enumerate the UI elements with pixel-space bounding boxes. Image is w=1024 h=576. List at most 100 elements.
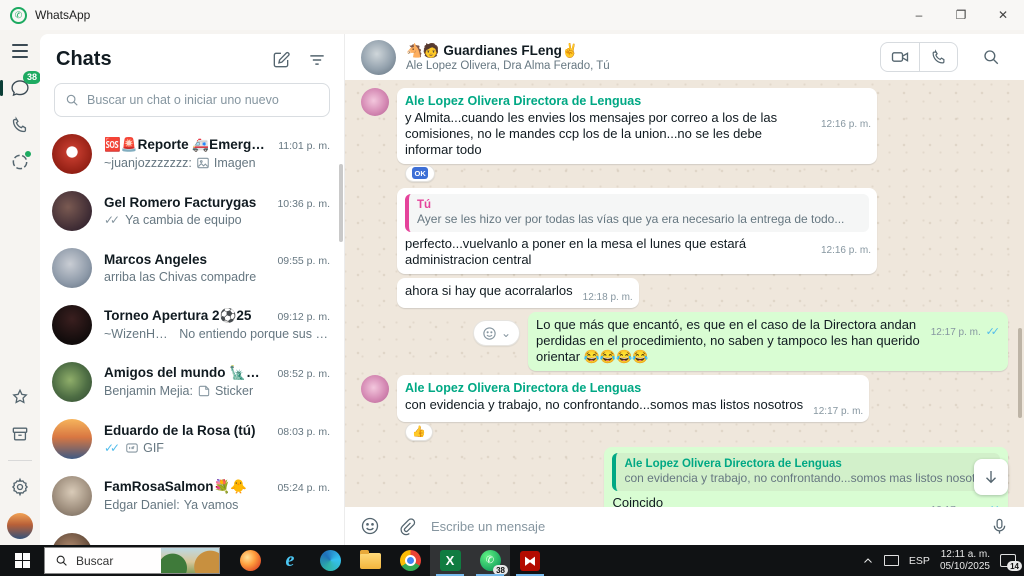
- tray-language-indicator[interactable]: ESP: [909, 555, 930, 567]
- message-bubble[interactable]: Ale Lopez Olivera Directora de Lenguas 12…: [397, 375, 870, 423]
- taskbar-search-label: Buscar: [76, 553, 114, 568]
- start-button[interactable]: [0, 545, 44, 576]
- chat-name: 🆘🚨Reporte 🚑Emergencia...: [104, 137, 270, 152]
- calls-tab-icon[interactable]: [9, 114, 31, 136]
- taskbar-internet-explorer-icon[interactable]: e: [270, 545, 310, 576]
- taskbar-file-explorer-icon[interactable]: [350, 545, 390, 576]
- profile-avatar[interactable]: [7, 513, 33, 539]
- outgoing-message[interactable]: Ale Lopez Olivera Directora de Lenguas co…: [361, 447, 1008, 507]
- message-bubble[interactable]: 12:17 p. m. ✓✓ Lo que más que encantó, es…: [528, 312, 1008, 372]
- quoted-message[interactable]: Ale Lopez Olivera Directora de Lenguas co…: [612, 453, 1000, 492]
- chat-list-item[interactable]: Gel Romero Facturygas 10:36 p. m. ✓✓ Ya cam…: [40, 182, 344, 239]
- chat-preview: GIF: [143, 440, 164, 455]
- search-in-chat-icon[interactable]: [974, 42, 1008, 72]
- emoji-picker-icon[interactable]: [359, 515, 381, 537]
- message-bubble[interactable]: Ale Lopez Olivera Directora de Lenguas co…: [604, 447, 1008, 507]
- chat-list-item[interactable]: Amigos del mundo 🗽🏅🌎💰 08:52 p. m. Benjamin…: [40, 353, 344, 410]
- conversation-header[interactable]: 🐴🧑 Guardianes FLeng✌️ Ale Lopez Olivera,…: [345, 34, 1024, 80]
- tray-chevron-up-icon[interactable]: [862, 555, 874, 567]
- notification-center-icon[interactable]: 14: [1000, 554, 1022, 571]
- incoming-message[interactable]: Ale Lopez Olivera Directora de Lenguas 12…: [361, 88, 1008, 164]
- filter-chats-icon[interactable]: [306, 49, 328, 71]
- message-reaction[interactable]: OK: [405, 165, 436, 183]
- taskbar-firefox-icon[interactable]: [230, 545, 270, 576]
- chat-preview: No entiendo porque sus a...: [179, 327, 330, 341]
- voice-call-button[interactable]: [919, 43, 957, 71]
- attach-icon[interactable]: [395, 515, 417, 537]
- sender-avatar[interactable]: [361, 88, 389, 116]
- messages-area: Ale Lopez Olivera Directora de Lenguas 12…: [345, 80, 1024, 507]
- message-meta: 12:16 p. m.: [820, 119, 871, 130]
- chat-avatar: [52, 532, 92, 545]
- message-reaction[interactable]: 👍: [405, 423, 433, 442]
- starred-messages-icon[interactable]: [9, 386, 31, 408]
- search-highlight-image[interactable]: [161, 548, 219, 573]
- chats-tab-icon[interactable]: 38: [0, 71, 41, 99]
- incoming-message[interactable]: 12:18 p. m. ahora si hay que acorralarlos: [361, 278, 1008, 309]
- chat-avatar: [52, 418, 92, 459]
- message-bubble[interactable]: Tú Ayer se les hizo ver por todas las vía…: [397, 188, 877, 275]
- video-call-button[interactable]: [881, 43, 919, 71]
- settings-icon[interactable]: [9, 476, 31, 498]
- archived-chats-icon[interactable]: [9, 423, 31, 445]
- scroll-to-bottom-button[interactable]: [974, 459, 1008, 495]
- taskbar-acrobat-icon[interactable]: ⧓: [510, 545, 550, 576]
- whatsapp-window: ✆ WhatsApp – ❐ ✕ 38 Chats Buscar un chat…: [0, 0, 1024, 576]
- incoming-message[interactable]: Tú Ayer se les hizo ver por todas las vía…: [361, 188, 1008, 275]
- read-ticks-icon: ✓✓: [104, 212, 120, 227]
- restore-button[interactable]: ❐: [940, 0, 982, 30]
- chat-time: 08:03 p. m.: [277, 425, 330, 438]
- menu-icon[interactable]: [9, 40, 31, 62]
- chat-avatar: [52, 304, 92, 345]
- minimize-button[interactable]: –: [898, 0, 940, 30]
- chat-preview: Sticker: [214, 384, 254, 398]
- chat-list-item[interactable]: Eduardo de la Rosa (tú) 08:03 p. m. ✓✓ GIF: [40, 410, 344, 467]
- incoming-message[interactable]: Ale Lopez Olivera Directora de Lenguas 12…: [361, 375, 1008, 423]
- outgoing-message[interactable]: ⌄ 12:17 p. m. ✓✓ Lo que más que encantó, e…: [361, 312, 1008, 372]
- taskbar-search-box[interactable]: Buscar: [44, 547, 220, 574]
- chat-list-item[interactable]: Torneo Apertura 2⚽25 09:12 p. m. ~WizenHAO…: [40, 296, 344, 353]
- message-bubble[interactable]: 12:18 p. m. ahora si hay que acorralarlos: [397, 278, 639, 309]
- tray-clock[interactable]: 12:11 a. m. 05/10/2025: [940, 549, 990, 573]
- chat-preview: Imagen: [213, 156, 256, 170]
- message-input[interactable]: [431, 518, 974, 534]
- conversation-title: 🐴🧑 Guardianes FLeng✌️: [406, 42, 579, 58]
- quoted-message[interactable]: Tú Ayer se les hizo ver por todas las vía…: [405, 194, 869, 233]
- chat-time: 11:01 p. m.: [278, 140, 330, 152]
- taskbar-excel-icon[interactable]: X: [430, 545, 470, 576]
- chat-list-item[interactable]: Diego05:23 p. m.: [40, 524, 344, 545]
- chat-name: Amigos del mundo 🗽🏅🌎💰: [104, 365, 269, 380]
- message-meta: 12:18 p. m.: [582, 292, 633, 304]
- taskbar-chrome-icon[interactable]: [390, 545, 430, 576]
- chat-list-item[interactable]: Marcos Angeles 09:55 p. m. arriba las Chiv…: [40, 239, 344, 296]
- message-meta: 12:16 p. m.: [820, 245, 871, 257]
- close-button[interactable]: ✕: [982, 0, 1024, 30]
- react-hover-button[interactable]: ⌄: [472, 320, 520, 347]
- tray-time: 12:11 a. m.: [940, 548, 990, 560]
- chat-search-box[interactable]: [54, 83, 330, 117]
- new-chat-icon[interactable]: [270, 49, 292, 71]
- taskbar-edge-icon[interactable]: [310, 545, 350, 576]
- group-avatar[interactable]: [361, 39, 396, 75]
- chat-preview: Ya vamos: [183, 498, 239, 512]
- conversation-area: 🐴🧑 Guardianes FLeng✌️ Ale Lopez Olivera,…: [345, 34, 1024, 545]
- mic-icon[interactable]: [988, 515, 1010, 537]
- tray-network-icon[interactable]: [883, 555, 899, 566]
- whatsapp-taskbar-badge: 38: [493, 565, 508, 575]
- ok-emoji: OK: [412, 167, 429, 180]
- status-new-dot: [25, 151, 31, 157]
- chat-list-scrollbar[interactable]: [339, 164, 343, 242]
- chat-search-input[interactable]: [87, 93, 319, 107]
- messages-scrollbar[interactable]: [1018, 327, 1022, 418]
- status-tab-icon[interactable]: [9, 151, 31, 173]
- message-sender[interactable]: Ale Lopez Olivera Directora de Lenguas: [405, 93, 869, 109]
- chat-list-item[interactable]: FamRosaSalmon💐🐥 05:24 p. m. Edgar Daniel: Y…: [40, 467, 344, 524]
- call-buttons-group: [880, 42, 958, 72]
- quoted-sender: Ale Lopez Olivera Directora de Lenguas: [624, 458, 842, 471]
- chat-list-item[interactable]: 🆘🚨Reporte 🚑Emergencia... 11:01 p. m. ~juan…: [40, 125, 344, 182]
- taskbar-whatsapp-icon[interactable]: ✆ 38: [470, 545, 510, 576]
- sender-avatar[interactable]: [361, 375, 389, 404]
- message-sender[interactable]: Ale Lopez Olivera Directora de Lenguas: [405, 380, 861, 396]
- chat-preview-sender: Benjamin Mejia:: [104, 384, 193, 398]
- message-bubble[interactable]: Ale Lopez Olivera Directora de Lenguas 12…: [397, 88, 877, 164]
